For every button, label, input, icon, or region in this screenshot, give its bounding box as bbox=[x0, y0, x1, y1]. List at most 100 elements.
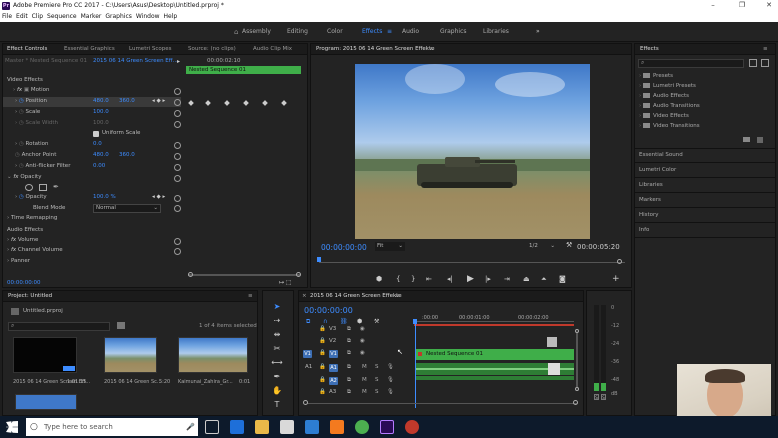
microphone-icon[interactable]: 🎤 bbox=[186, 418, 195, 436]
close-tab-icon[interactable]: × bbox=[302, 293, 307, 299]
nest-icon[interactable]: ⧉ bbox=[306, 318, 310, 326]
play-icon[interactable]: ▶ bbox=[467, 274, 474, 284]
panel-menu-icon[interactable]: ≡ bbox=[248, 293, 253, 299]
position-x-value[interactable]: 480.0 bbox=[93, 98, 109, 108]
menu-sequence[interactable]: Sequence bbox=[47, 13, 77, 20]
new-bin-icon[interactable] bbox=[117, 322, 125, 329]
wrench-icon[interactable]: ⚒ bbox=[566, 241, 572, 249]
minimize-icon[interactable]: – bbox=[704, 0, 722, 11]
maximize-icon[interactable]: ❐ bbox=[733, 0, 751, 11]
mute-icon[interactable]: M bbox=[362, 377, 367, 383]
audio-clip-a2[interactable] bbox=[416, 376, 574, 380]
menu-edit[interactable]: Edit bbox=[16, 13, 28, 20]
lift-icon[interactable]: ⏏ bbox=[523, 275, 530, 283]
track-target-v1[interactable]: V1 bbox=[329, 350, 338, 358]
track-target-a1[interactable]: A1 bbox=[329, 364, 338, 372]
channel-volume-effect[interactable]: › fx Channel Volume bbox=[7, 247, 63, 257]
fit-select[interactable]: Fit ⌄ bbox=[375, 242, 405, 251]
workspace-graphics[interactable]: Graphics bbox=[440, 28, 467, 35]
keyframe-marker[interactable] bbox=[205, 100, 211, 106]
track-select-tool-icon[interactable]: ⇢ bbox=[271, 315, 283, 327]
reset-icon[interactable] bbox=[174, 110, 181, 117]
scale-value[interactable]: 100.0 bbox=[93, 109, 109, 119]
hand-tool-icon[interactable]: ✋ bbox=[271, 385, 283, 397]
step-back-icon[interactable]: ◂| bbox=[447, 275, 453, 283]
sync-lock-icon[interactable]: ⧉ bbox=[347, 364, 351, 371]
uniform-scale-checkbox[interactable] bbox=[93, 131, 99, 137]
step-forward-icon[interactable]: |▸ bbox=[485, 275, 491, 283]
section-info[interactable]: Info bbox=[639, 227, 649, 233]
ec-clip-bar[interactable]: Nested Sequence 01 bbox=[186, 66, 301, 74]
project-item-name[interactable]: 2015 06 14 Green Sc... bbox=[104, 379, 162, 385]
microphone-icon[interactable]: 🎙 bbox=[387, 389, 394, 395]
lock-icon[interactable]: 🔒 bbox=[319, 389, 326, 395]
zoom-handle-right[interactable] bbox=[573, 400, 578, 405]
snap-icon[interactable]: ∩ bbox=[323, 318, 327, 325]
play-only-icon[interactable]: ▸ bbox=[177, 58, 180, 65]
project-item-name[interactable]: Kaimunai_Zahira_Gr... bbox=[178, 379, 233, 385]
project-item-thumbnail[interactable] bbox=[13, 337, 77, 373]
menu-marker[interactable]: Marker bbox=[81, 13, 102, 20]
reset-icon[interactable] bbox=[174, 238, 181, 245]
project-item-thumbnail[interactable] bbox=[15, 394, 77, 410]
antiflicker-value[interactable]: 0.00 bbox=[93, 163, 105, 173]
position-y-value[interactable]: 360.0 bbox=[119, 98, 135, 108]
mute-icon[interactable]: M bbox=[362, 389, 367, 395]
pen-mask-icon[interactable]: ✒ bbox=[53, 183, 59, 191]
solo-right-button[interactable]: S bbox=[601, 394, 606, 400]
add-marker-icon[interactable]: ⬢ bbox=[376, 275, 382, 283]
vpn-icon[interactable] bbox=[330, 420, 344, 434]
menu-graphics[interactable]: Graphics bbox=[105, 13, 132, 20]
add-button-icon[interactable]: + bbox=[612, 274, 620, 284]
vertical-scrollbar[interactable] bbox=[576, 333, 578, 387]
keyframe-marker[interactable] bbox=[188, 100, 194, 106]
volume-effect[interactable]: › fx Volume bbox=[7, 237, 38, 247]
reset-icon[interactable] bbox=[174, 99, 181, 106]
effects-title[interactable]: Effects bbox=[640, 46, 659, 52]
lock-icon[interactable]: 🔒 bbox=[319, 326, 326, 332]
tab-lumetri-scopes[interactable]: Lumetri Scopes bbox=[129, 46, 172, 52]
app-icon[interactable] bbox=[280, 420, 294, 434]
taskbar-search-box[interactable]: ○ Type here to search 🎤 bbox=[26, 418, 198, 436]
chrome-icon[interactable] bbox=[355, 420, 369, 434]
solo-icon[interactable]: S bbox=[375, 377, 379, 383]
stopwatch-icon[interactable]: ◷ bbox=[19, 163, 24, 169]
effects-folder-audio-transitions[interactable]: › Audio Transitions bbox=[639, 103, 700, 109]
solo-left-button[interactable]: S bbox=[594, 394, 599, 400]
shield-icon[interactable] bbox=[305, 420, 319, 434]
recorder-icon[interactable] bbox=[405, 420, 419, 434]
edge-icon[interactable] bbox=[230, 420, 244, 434]
file-explorer-icon[interactable] bbox=[255, 420, 269, 434]
zoom-handle-left[interactable] bbox=[303, 400, 308, 405]
stopwatch-icon[interactable]: ◷ bbox=[15, 152, 20, 158]
opacity-value[interactable]: 100.0 % bbox=[93, 194, 116, 204]
horizontal-scrollbar[interactable] bbox=[307, 403, 577, 404]
track-label[interactable]: V2 bbox=[329, 338, 336, 344]
effects-folder-video-transitions[interactable]: › Video Transitions bbox=[639, 123, 700, 129]
slip-tool-icon[interactable]: ⟷ bbox=[271, 357, 283, 369]
reset-icon[interactable] bbox=[174, 142, 181, 149]
reset-icon[interactable] bbox=[174, 175, 181, 182]
solo-icon[interactable]: S bbox=[375, 389, 379, 395]
type-tool-icon[interactable]: T bbox=[271, 399, 283, 411]
workspace-color[interactable]: Color bbox=[327, 28, 343, 35]
keyframe-marker[interactable] bbox=[224, 100, 230, 106]
anchor-x-value[interactable]: 480.0 bbox=[93, 152, 109, 162]
extract-icon[interactable]: ⏶ bbox=[541, 275, 547, 284]
razor-tool-icon[interactable]: ✂ bbox=[271, 343, 283, 355]
32bit-effects-icon[interactable] bbox=[761, 59, 769, 67]
tab-source[interactable]: Source: (no clips) bbox=[188, 46, 236, 52]
reset-icon[interactable] bbox=[174, 88, 181, 95]
mark-in-icon[interactable]: { bbox=[396, 275, 400, 283]
go-to-out-icon[interactable]: ⇥ bbox=[504, 275, 510, 283]
premiere-taskbar-icon[interactable] bbox=[380, 420, 394, 434]
source-patch-v1[interactable]: V1 bbox=[303, 350, 312, 358]
timeline-timecode[interactable]: 00:00:00:00 bbox=[304, 306, 353, 315]
panel-menu-icon[interactable]: ≡ bbox=[429, 46, 434, 52]
mark-out-icon[interactable]: } bbox=[411, 275, 415, 283]
effects-search-input[interactable]: ⌕ bbox=[638, 59, 744, 68]
new-bin-icon[interactable] bbox=[743, 137, 750, 142]
mute-icon[interactable]: M bbox=[362, 364, 367, 370]
track-label[interactable]: A3 bbox=[329, 389, 336, 395]
effects-folder-lumetri-presets[interactable]: › Lumetri Presets bbox=[639, 83, 696, 89]
